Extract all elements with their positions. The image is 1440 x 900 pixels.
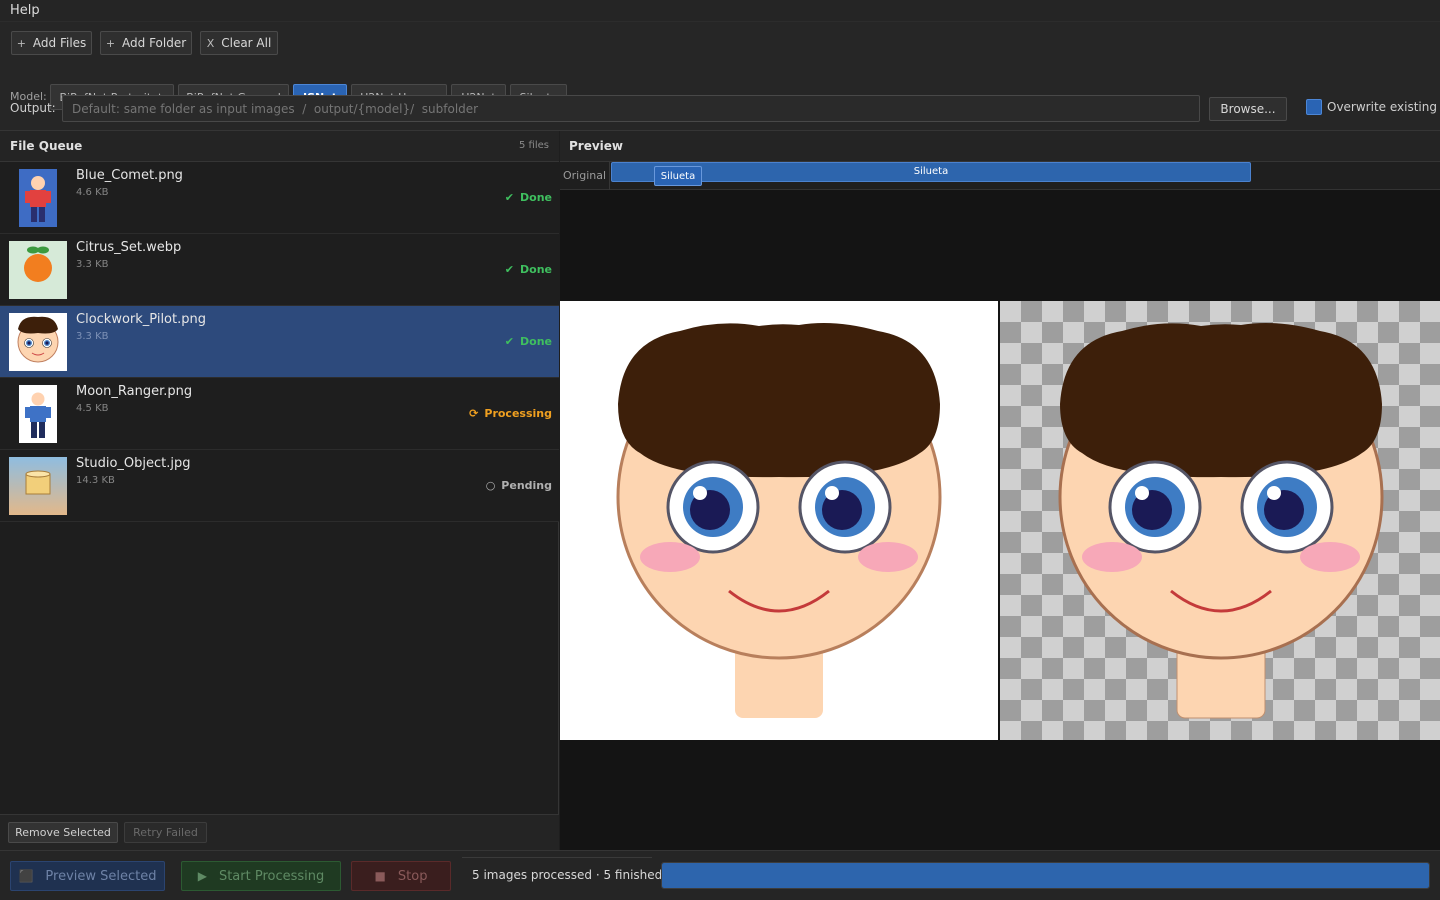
file-row-moon-ranger[interactable]: Moon_Ranger.png 4.5 KB ⟳ Processing — [0, 378, 559, 450]
progress-bar-fill — [662, 863, 1429, 888]
thumbnail-studio-object-image — [9, 457, 67, 515]
model-track-bar[interactable]: Silueta — [611, 162, 1251, 182]
preview-selected-label: Preview Selected — [45, 868, 157, 884]
file-name: Clockwork_Pilot.png — [76, 312, 206, 327]
file-size: 3.3 KB — [76, 331, 109, 342]
file-status: ⟳ Processing — [469, 407, 552, 420]
preview-panel: Preview Original Silueta Silueta — [560, 131, 1440, 850]
model-track-label: Silueta — [913, 166, 949, 177]
start-processing-button[interactable]: ▶ Start Processing — [181, 861, 341, 891]
start-processing-label: Start Processing — [218, 868, 325, 884]
add-folder-button[interactable]: + Add Folder — [100, 31, 192, 55]
close-icon: X — [206, 36, 215, 50]
original-image-view — [560, 301, 998, 740]
plus-icon: + — [16, 36, 26, 50]
file-name: Citrus_Set.webp — [76, 240, 182, 255]
plus-icon: + — [105, 36, 116, 50]
file-size: 4.5 KB — [76, 403, 109, 414]
strip-divider — [609, 162, 610, 190]
file-thumbnail — [9, 457, 67, 515]
browse-label: Browse... — [1220, 102, 1276, 116]
preview-selected-button[interactable]: ⬛ Preview Selected — [10, 861, 165, 891]
model-tab-silueta[interactable]: Silueta — [654, 166, 702, 186]
check-icon: ✔ — [504, 335, 515, 348]
file-queue-footer: Remove Selected Retry Failed — [0, 814, 559, 850]
file-queue-header: File Queue 5 files — [0, 131, 559, 162]
thumbnail-moon-ranger-image — [9, 385, 67, 443]
thumbnail-clockwork-pilot-image — [9, 313, 67, 371]
file-status-label: Processing — [484, 407, 552, 420]
file-status-label: Done — [520, 191, 552, 204]
check-icon: ✔ — [504, 191, 515, 204]
file-status: ✔ Done — [505, 191, 552, 204]
file-count: 5 files — [519, 140, 549, 151]
output-label: Output: — [10, 101, 56, 115]
overwrite-label: Overwrite existing — [1327, 100, 1437, 114]
toolbar: + Add Files + Add Folder X Clear All Mod… — [0, 22, 1440, 130]
retry-failed-button[interactable]: Retry Failed — [124, 822, 207, 843]
file-size: 4.6 KB — [76, 187, 109, 198]
original-character-image — [616, 323, 942, 718]
circle-icon: ○ — [485, 479, 496, 492]
browse-button[interactable]: Browse... — [1209, 97, 1287, 121]
file-queue-title: File Queue — [10, 139, 83, 153]
status-separator — [462, 857, 652, 858]
check-icon: ✔ — [504, 263, 515, 276]
stop-button[interactable]: ■ Stop — [351, 861, 451, 891]
file-row-blue-comet[interactable]: Blue_Comet.png 4.6 KB ✔ Done — [0, 162, 559, 234]
processing-status-text: 5 images processed · 5 finished — [472, 868, 663, 882]
preview-model-strip: Original Silueta Silueta — [560, 162, 1440, 190]
file-name: Blue_Comet.png — [76, 168, 183, 183]
processed-character-image — [1058, 323, 1384, 719]
thumbnail-citrus-set-image — [9, 241, 67, 299]
file-status-label: Pending — [501, 479, 552, 492]
preview-header: Preview — [560, 131, 1440, 162]
progress-bar — [661, 862, 1430, 889]
file-thumbnail — [9, 313, 67, 371]
file-name: Studio_Object.jpg — [76, 456, 191, 471]
file-row-clockwork-pilot[interactable]: Clockwork_Pilot.png 3.3 KB ✔ Done — [0, 306, 559, 378]
file-thumbnail — [9, 385, 67, 443]
file-queue-panel: File Queue 5 files Blue_Comet.png 4.6 KB… — [0, 131, 559, 850]
add-files-button[interactable]: + Add Files — [11, 31, 92, 55]
thumbnail-blue-comet-image — [9, 169, 67, 227]
bottom-action-bar: ⬛ Preview Selected ▶ Start Processing ■ … — [0, 850, 1440, 900]
menu-help[interactable]: Help — [10, 3, 40, 18]
file-status-label: Done — [520, 263, 552, 276]
play-icon: ▶ — [197, 869, 207, 883]
file-status: ✔ Done — [505, 263, 552, 276]
add-files-label: Add Files — [32, 36, 87, 50]
file-size: 14.3 KB — [76, 475, 115, 486]
stop-label: Stop — [397, 868, 428, 884]
clear-all-button[interactable]: X Clear All — [200, 31, 278, 55]
preview-title: Preview — [569, 139, 624, 153]
clear-all-label: Clear All — [221, 36, 272, 50]
stop-icon: ■ — [374, 869, 386, 883]
file-thumbnail — [9, 169, 67, 227]
file-size: 3.3 KB — [76, 259, 109, 270]
stop-square-icon: ⬛ — [18, 869, 34, 883]
file-thumbnail — [9, 241, 67, 299]
file-status: ○ Pending — [486, 479, 552, 492]
add-folder-label: Add Folder — [122, 36, 187, 50]
output-path-input[interactable] — [62, 95, 1200, 122]
refresh-icon: ⟳ — [469, 407, 479, 420]
menu-bar: Help — [0, 0, 1440, 22]
processed-image-view — [1000, 301, 1440, 740]
original-label: Original — [563, 169, 607, 182]
file-status: ✔ Done — [505, 335, 552, 348]
file-row-studio-object[interactable]: Studio_Object.jpg 14.3 KB ○ Pending — [0, 450, 559, 522]
overwrite-checkbox[interactable] — [1306, 99, 1322, 115]
remove-selected-button[interactable]: Remove Selected — [8, 822, 118, 843]
file-row-citrus-set[interactable]: Citrus_Set.webp 3.3 KB ✔ Done — [0, 234, 559, 306]
file-status-label: Done — [520, 335, 552, 348]
file-name: Moon_Ranger.png — [76, 384, 193, 399]
